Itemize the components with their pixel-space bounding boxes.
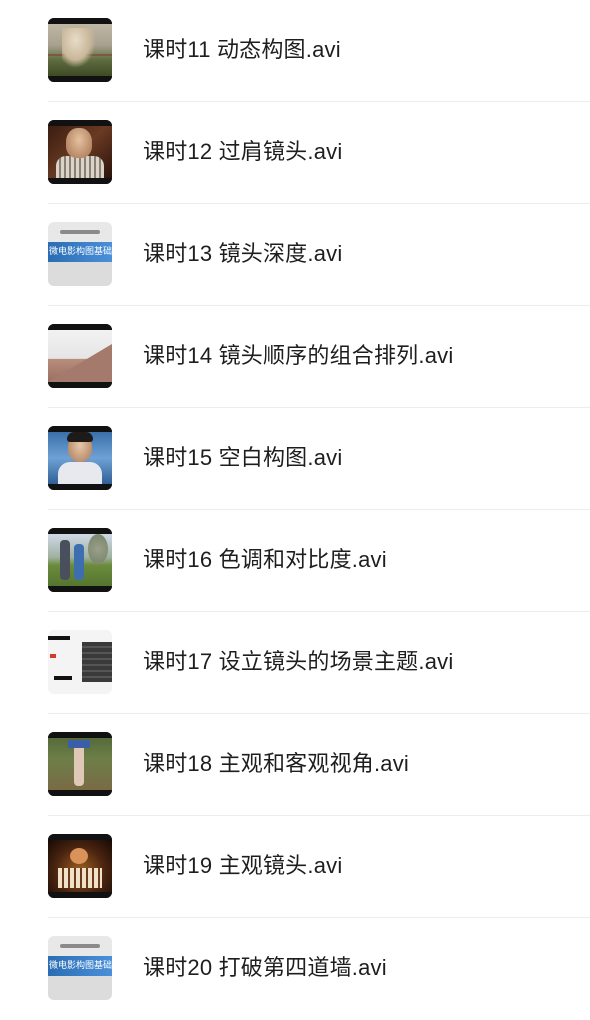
- thumbnail-lower: [48, 262, 112, 286]
- scene-detail: [62, 28, 96, 68]
- lesson-list: 课时11 动态构图.avi 课时12 过肩镜头.avi 微电影构图基础 课时13…: [0, 0, 590, 1008]
- list-item[interactable]: 课时17 设立镜头的场景主题.avi: [0, 612, 590, 714]
- lesson-title[interactable]: 课时17 设立镜头的场景主题.avi: [143, 612, 453, 712]
- letterbox-bar: [48, 484, 112, 490]
- scene-detail: [82, 642, 112, 682]
- thumbnail-scene: [48, 24, 112, 76]
- list-item[interactable]: 课时19 主观镜头.avi: [0, 816, 590, 918]
- video-thumbnail[interactable]: [48, 630, 112, 694]
- scene-detail: [74, 742, 84, 786]
- list-item[interactable]: 课时14 镜头顺序的组合排列.avi: [0, 306, 590, 408]
- thumbnail-bar: [60, 944, 100, 948]
- scene-detail: [50, 654, 56, 658]
- video-thumbnail[interactable]: [48, 324, 112, 388]
- lesson-title[interactable]: 课时14 镜头顺序的组合排列.avi: [143, 306, 453, 406]
- scene-detail: [58, 462, 102, 486]
- list-item[interactable]: 课时12 过肩镜头.avi: [0, 102, 590, 204]
- scene-detail: [70, 848, 88, 864]
- thumbnail-scene: [48, 432, 112, 486]
- thumbnail-banner-text: 微电影构图基础: [49, 247, 112, 257]
- scene-detail: [60, 540, 70, 580]
- letterbox-bar: [48, 382, 112, 388]
- scene-detail: [74, 544, 84, 580]
- thumbnail-scene: [48, 534, 112, 586]
- lesson-title[interactable]: 课时19 主观镜头.avi: [143, 816, 342, 916]
- video-thumbnail[interactable]: [48, 732, 112, 796]
- list-item[interactable]: 课时18 主观和客观视角.avi: [0, 714, 590, 816]
- thumbnail-scene: [48, 330, 112, 382]
- thumbnail-lower: [48, 976, 112, 1000]
- thumbnail-scene: [48, 738, 112, 790]
- letterbox-bar: [48, 76, 112, 82]
- lesson-title[interactable]: 课时13 镜头深度.avi: [143, 204, 342, 304]
- list-item[interactable]: 微电影构图基础 课时13 镜头深度.avi: [0, 204, 590, 306]
- scene-detail: [67, 432, 93, 442]
- lesson-title[interactable]: 课时18 主观和客观视角.avi: [143, 714, 409, 814]
- video-thumbnail[interactable]: 微电影构图基础: [48, 222, 112, 286]
- video-thumbnail[interactable]: [48, 18, 112, 82]
- video-thumbnail[interactable]: [48, 834, 112, 898]
- scene-detail: [88, 534, 108, 564]
- list-item[interactable]: 课时11 动态构图.avi: [0, 0, 590, 102]
- lesson-title[interactable]: 课时20 打破第四道墙.avi: [143, 918, 387, 1018]
- scene-detail: [58, 868, 102, 888]
- letterbox-bar: [48, 892, 112, 898]
- video-thumbnail[interactable]: [48, 528, 112, 592]
- thumbnail-banner-text: 微电影构图基础: [49, 961, 112, 971]
- list-item[interactable]: 课时15 空白构图.avi: [0, 408, 590, 510]
- scene-detail: [54, 676, 72, 680]
- scene-detail: [56, 156, 104, 178]
- lesson-title[interactable]: 课时11 动态构图.avi: [143, 0, 341, 100]
- video-thumbnail[interactable]: [48, 426, 112, 490]
- video-thumbnail[interactable]: 微电影构图基础: [48, 936, 112, 1000]
- lesson-title[interactable]: 课时16 色调和对比度.avi: [143, 510, 387, 610]
- letterbox-bar: [48, 586, 112, 592]
- thumbnail-scene: [48, 126, 112, 178]
- lesson-title[interactable]: 课时12 过肩镜头.avi: [143, 102, 342, 202]
- list-item[interactable]: 微电影构图基础 课时20 打破第四道墙.avi: [0, 918, 590, 1020]
- scene-detail: [66, 128, 92, 158]
- thumbnail-scene: [48, 840, 112, 892]
- scene-detail: [68, 740, 90, 748]
- lesson-title[interactable]: 课时15 空白构图.avi: [143, 408, 342, 508]
- list-item[interactable]: 课时16 色调和对比度.avi: [0, 510, 590, 612]
- scene-detail: [48, 344, 112, 382]
- scene-detail: [48, 636, 70, 640]
- thumbnail-bar: [60, 230, 100, 234]
- video-thumbnail[interactable]: [48, 120, 112, 184]
- letterbox-bar: [48, 178, 112, 184]
- letterbox-bar: [48, 790, 112, 796]
